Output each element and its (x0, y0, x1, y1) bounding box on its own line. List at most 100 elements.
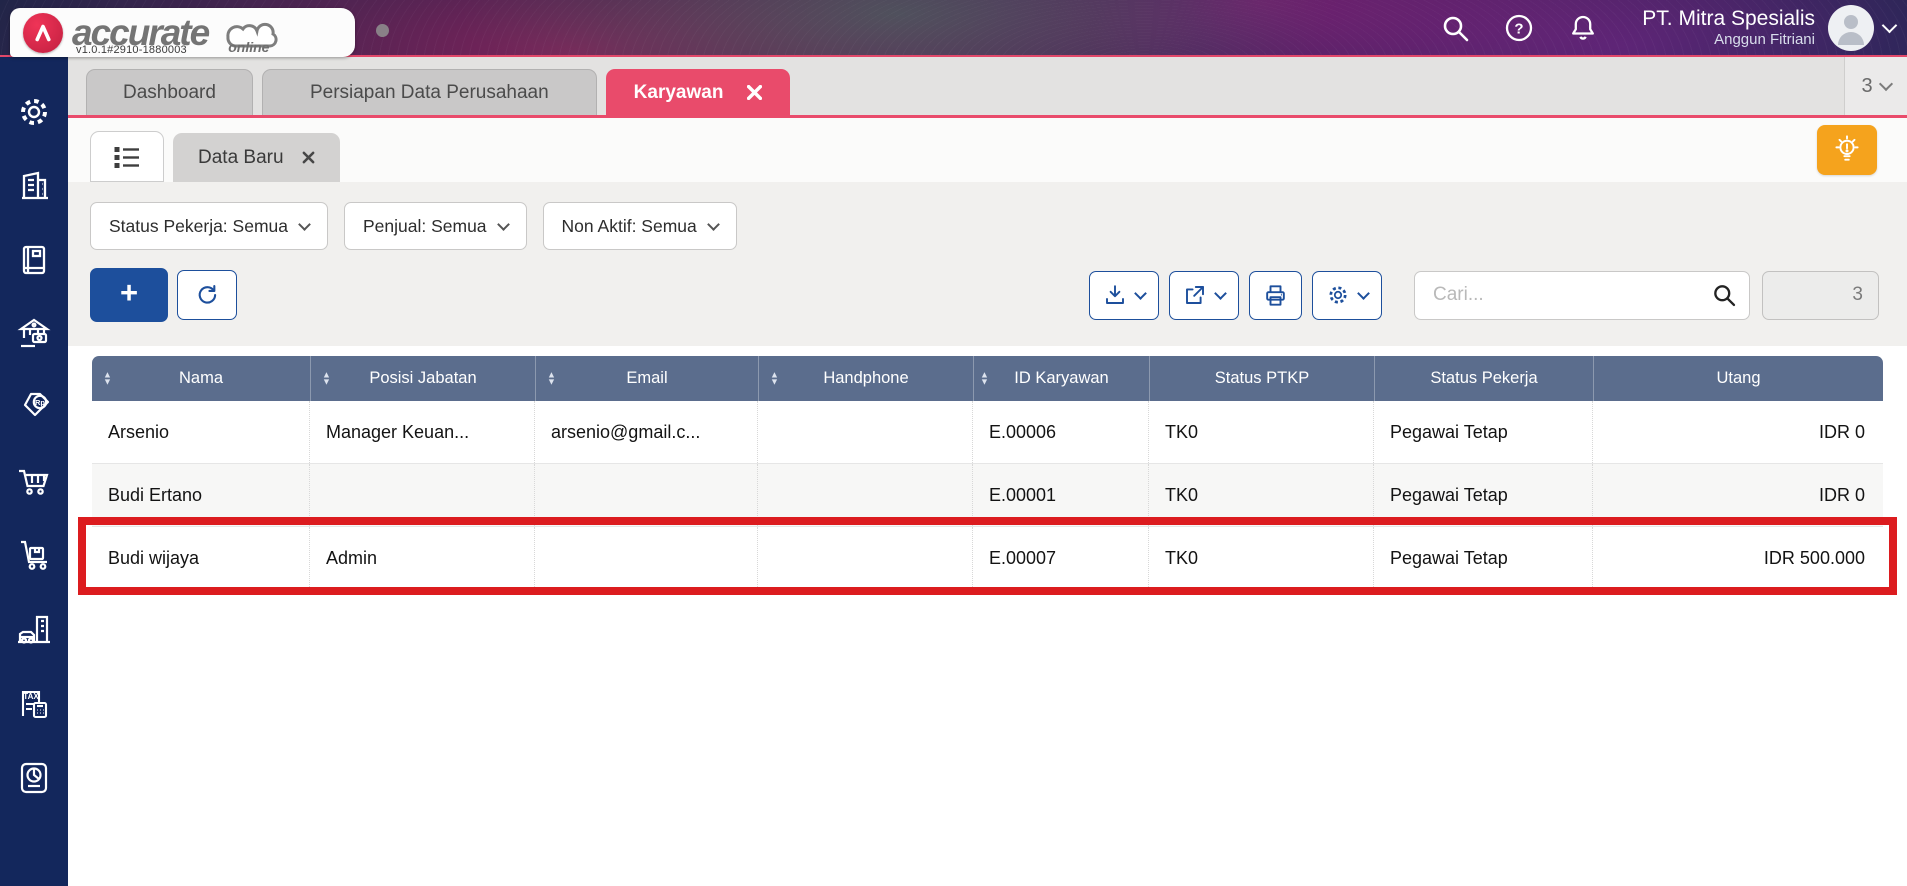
tab-label: Karyawan (633, 81, 724, 103)
brand-sub-label: online (228, 38, 270, 55)
cell-id-karyawan: E.00001 (973, 464, 1149, 526)
table-settings-button[interactable] (1312, 270, 1382, 320)
cell-handphone (758, 527, 973, 589)
tab-persiapan-data-perusahaan[interactable]: Persiapan Data Perusahaan (261, 69, 597, 115)
chevron-down-icon (1357, 286, 1370, 300)
module-sidebar: Rp TAX (0, 57, 68, 886)
column-header-utang: Utang (1593, 356, 1883, 401)
column-header-id-karyawan[interactable]: ▲ ▼ ID Karyawan (973, 356, 1149, 401)
avatar[interactable] (1828, 4, 1874, 51)
filter-row: Status Pekerja: Semua Penjual: Semua Non… (90, 202, 1879, 250)
accurate-online-app: accurate online v1.0.1#2910-1880003 ? PT… (0, 0, 1907, 886)
close-sub-tab-icon[interactable] (302, 151, 315, 164)
cell-utang: IDR 500.000 (1763, 547, 1865, 568)
lightbulb-icon (1835, 135, 1859, 161)
account-chevron-down-icon[interactable] (1881, 17, 1898, 34)
cell-utang: IDR 0 (1818, 484, 1865, 505)
notifications-bell-icon[interactable] (1568, 13, 1598, 43)
chevron-down-icon (706, 217, 720, 231)
filter-label: Status Pekerja: Semua (109, 215, 288, 236)
filter-label: Non Aktif: Semua (561, 215, 697, 236)
table-row-budi-ertano[interactable]: Budi Ertano E.00001 TK0 Pegawai Tetap ID… (92, 464, 1883, 527)
table-row-arsenio[interactable]: Arsenio Manager Keuan... arsenio@gmail.c… (92, 401, 1883, 464)
sub-tab-data-baru[interactable]: Data Baru (173, 133, 340, 182)
close-tab-icon[interactable] (747, 85, 763, 100)
tab-label: Persiapan Data Perusahaan (309, 81, 549, 103)
print-button[interactable] (1249, 270, 1302, 320)
cell-status-pekerja: Pegawai Tetap (1374, 464, 1593, 526)
column-label: Status PTKP (1214, 369, 1310, 387)
download-button[interactable] (1089, 270, 1159, 320)
export-button[interactable] (1169, 270, 1239, 320)
toolbar-right-group: 3 (1079, 270, 1879, 320)
sort-icon: ▲ ▼ (770, 368, 779, 387)
tips-button[interactable] (1817, 125, 1877, 175)
list-view-button[interactable] (90, 131, 164, 182)
journal-book-icon (22, 245, 46, 275)
sort-icon: ▲ ▼ (980, 368, 989, 387)
cell-status-ptkp: TK0 (1149, 527, 1374, 589)
sort-icon: ▲ ▼ (103, 368, 112, 387)
brand-logo-plate: accurate online v1.0.1#2910-1880003 (10, 8, 355, 57)
search-icon[interactable] (1440, 13, 1470, 43)
sidebar-item-purchases[interactable] (12, 461, 56, 503)
record-count-badge: 3 (1762, 270, 1879, 320)
add-new-button[interactable]: + (90, 268, 168, 322)
hand-truck-icon (21, 540, 47, 570)
chevron-down-icon (1134, 286, 1147, 300)
refresh-icon (198, 285, 217, 304)
chevron-down-icon (496, 217, 510, 231)
user-name: Anggun Fitriani (1714, 31, 1815, 49)
svg-text:?: ? (1515, 20, 1524, 37)
sidebar-item-fixed-assets[interactable] (12, 609, 56, 651)
search-input[interactable] (1431, 283, 1711, 307)
price-tag-rp-icon: Rp (23, 392, 50, 417)
settings-gear-icon (21, 99, 47, 125)
filter-status-pekerja[interactable]: Status Pekerja: Semua (90, 202, 328, 250)
printer-icon (1266, 284, 1285, 306)
cell-nama: Arsenio (92, 401, 310, 463)
sidebar-item-sales[interactable]: Rp (12, 387, 56, 429)
sidebar-item-reports[interactable] (12, 757, 56, 799)
filter-non-aktif[interactable]: Non Aktif: Semua (542, 202, 737, 250)
cell-email (535, 464, 758, 526)
filter-penjual[interactable]: Penjual: Semua (343, 202, 527, 250)
svg-text:TAX: TAX (23, 692, 39, 701)
column-label: Email (626, 369, 668, 387)
bank-cash-icon (17, 318, 51, 348)
svg-text:Rp: Rp (35, 398, 45, 407)
asset-building-car-icon (18, 615, 50, 644)
report-pie-chart-icon (20, 762, 48, 794)
tab-karyawan[interactable]: Karyawan (605, 69, 791, 115)
cell-utang: IDR 0 (1818, 421, 1865, 442)
cell-posisi: Manager Keuan... (310, 401, 535, 463)
sidebar-item-cash-bank[interactable] (12, 313, 56, 355)
download-icon (1106, 285, 1124, 304)
column-header-nama[interactable]: ▲ ▼ Nama (92, 356, 310, 401)
cell-id-karyawan: E.00007 (973, 527, 1149, 589)
cell-status-ptkp: TK0 (1149, 401, 1374, 463)
sidebar-item-company[interactable] (12, 165, 56, 207)
sidebar-item-journal[interactable] (12, 239, 56, 281)
table-row-budi-wijaya[interactable]: Budi wijaya Admin E.00007 TK0 Pegawai Te… (92, 527, 1883, 590)
cell-email: arsenio@gmail.c... (535, 401, 758, 463)
main-content: Dashboard Persiapan Data Perusahaan Kary… (68, 57, 1907, 886)
tab-dashboard[interactable]: Dashboard (86, 69, 253, 115)
sidebar-item-tax[interactable]: TAX (12, 683, 56, 725)
chevron-down-icon (1878, 76, 1893, 92)
sub-tab-bar: Data Baru (68, 118, 1907, 182)
open-tabs-counter-dropdown[interactable]: 3 (1844, 57, 1907, 115)
version-label: v1.0.1#2910-1880003 (76, 44, 187, 56)
column-header-posisi-jabatan[interactable]: ▲ ▼ Posisi Jabatan (310, 356, 535, 401)
refresh-button[interactable] (177, 270, 237, 320)
cell-email (535, 527, 758, 589)
chevron-down-icon (298, 217, 311, 231)
column-header-email[interactable]: ▲ ▼ Email (535, 356, 758, 401)
sidebar-item-settings[interactable] (12, 91, 56, 133)
column-header-handphone[interactable]: ▲ ▼ Handphone (758, 356, 973, 401)
header-actions: ? PT. Mitra Spesialis Anggun Fitriani (1406, 0, 1898, 55)
help-icon[interactable]: ? (1504, 13, 1534, 43)
sort-icon: ▲ ▼ (322, 368, 331, 387)
export-icon (1186, 286, 1204, 304)
sidebar-item-inventory[interactable] (12, 535, 56, 577)
